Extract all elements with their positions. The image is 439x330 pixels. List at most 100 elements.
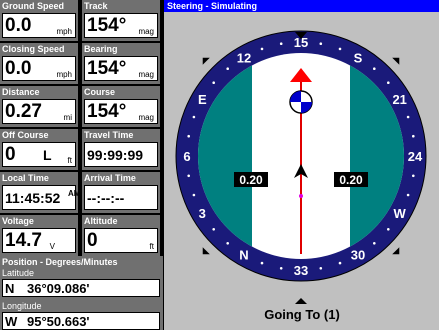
closing-speed-cell[interactable]: Closing Speed 0.0 mph (0, 43, 78, 84)
compass-label: 33 (294, 263, 308, 278)
compass-label: 24 (408, 149, 423, 164)
compass-tick-dot (279, 42, 283, 45)
compass-tick-dot (387, 81, 390, 84)
arrival-time-cell[interactable]: Arrival Time --:--:-- (82, 172, 160, 213)
latitude-value: 36°09.086' (27, 281, 90, 296)
ground-speed-value: 0.0 (5, 15, 32, 36)
off-course-cell[interactable]: Off Course 0 L ft (0, 129, 78, 170)
boat-trail-dot (299, 194, 303, 198)
position-section[interactable]: Position - Degrees/Minutes Latitude N 36… (0, 256, 163, 330)
bearing-cell[interactable]: Bearing 154° mag (82, 43, 160, 84)
compass-tick-dot (212, 228, 215, 231)
distance-cell[interactable]: Distance 0.27 mi (0, 86, 78, 127)
compass-tick-dot (338, 47, 342, 51)
going-to-label: Going To (1) (264, 307, 340, 322)
altitude-value: 0 (87, 230, 98, 251)
local-time-box: 11:45:52 AM (2, 185, 81, 210)
compass-tick-dot (279, 267, 283, 270)
compass-label: S (354, 50, 363, 65)
track-label: Track (84, 1, 108, 11)
bearing-box: 154° mag (84, 56, 158, 81)
compass-tick-dot (192, 115, 196, 119)
bearing-label: Bearing (84, 44, 118, 54)
arrival-time-label: Arrival Time (84, 173, 136, 183)
waypoint-icon (289, 90, 313, 114)
altitude-label: Altitude (84, 216, 118, 226)
closing-speed-value: 0.0 (5, 58, 32, 79)
closing-speed-label: Closing Speed (2, 44, 65, 54)
voltage-value: 14.7 (5, 230, 42, 251)
voltage-label: Voltage (2, 216, 34, 226)
compass-tick-dot (187, 134, 190, 138)
compass-tick-dot (338, 261, 342, 265)
local-time-ampm: AM (68, 189, 81, 198)
left-xte-value: 0.20 (239, 173, 263, 187)
track-box: 154° mag (84, 13, 158, 38)
compass-tick-dot (406, 115, 410, 119)
compass-tick-dot (260, 47, 264, 51)
arrival-time-value: --:--:-- (87, 190, 125, 206)
closing-speed-box: 0.0 mph (2, 56, 76, 81)
distance-label: Distance (2, 87, 40, 97)
course-cell[interactable]: Course 154° mag (82, 86, 160, 127)
compass-tick-dot (187, 174, 190, 178)
compass-label: 6 (183, 149, 190, 164)
longitude-value: 95°50.663' (27, 314, 90, 329)
distance-box: 0.27 mi (2, 99, 76, 124)
compass-rose: 15S2124W3033N36E12 0.20 0.20 (175, 30, 427, 304)
voltage-unit: V (49, 242, 55, 251)
compass-tick-dot (412, 174, 415, 178)
distance-value: 0.27 (5, 101, 42, 122)
local-time-cell[interactable]: Local Time 11:45:52 AM (0, 172, 81, 213)
latitude-box: N 36°09.086' (2, 279, 160, 297)
compass-tick-dot (406, 193, 410, 197)
travel-time-value: 99:99:99 (87, 147, 144, 163)
compass-tick-dot (212, 81, 215, 84)
voltage-box: 14.7 V (2, 228, 76, 253)
closing-speed-unit: mph (56, 70, 72, 79)
track-cell[interactable]: Track 154° mag (82, 0, 160, 41)
compass-tick-dot (319, 42, 323, 45)
compass-label: N (239, 248, 248, 263)
bearing-unit: mag (138, 70, 154, 79)
compass-tick-dot (412, 134, 415, 138)
compass-label: 21 (392, 92, 406, 107)
longitude-box: W 95°50.663' (2, 312, 160, 330)
track-value: 154° (87, 15, 127, 36)
course-label: Course (84, 87, 116, 97)
steering-title-bar: Steering - Simulating (164, 0, 439, 12)
ground-speed-cell[interactable]: Ground Speed 0.0 mph (0, 0, 78, 41)
compass-label: 12 (237, 50, 251, 65)
course-unit: mag (138, 113, 154, 122)
compass-tick-dot (387, 228, 390, 231)
right-xte-value: 0.20 (339, 173, 363, 187)
bearing-value: 154° (87, 58, 127, 79)
compass-label: 30 (351, 248, 365, 263)
local-time-label: Local Time (2, 173, 49, 183)
compass-tick-dot (319, 267, 323, 270)
off-course-label: Off Course (2, 130, 49, 140)
latitude-label: Latitude (2, 268, 35, 278)
travel-time-label: Travel Time (84, 130, 134, 140)
ground-speed-unit: mph (56, 27, 72, 36)
travel-time-box: 99:99:99 (84, 142, 158, 167)
latitude-dir: N (5, 281, 15, 296)
altitude-unit: ft (149, 242, 154, 251)
compass-tick-dot (260, 261, 264, 265)
altitude-box: 0 ft (84, 228, 158, 253)
compass-label: 3 (199, 206, 206, 221)
course-box: 154° mag (84, 99, 158, 124)
off-course-box: 0 L ft (2, 142, 76, 167)
compass-label: W (394, 206, 407, 221)
local-time-value: 11:45:52 (5, 190, 61, 206)
steering-title: Steering - Simulating (167, 1, 258, 11)
off-course-side: L (43, 147, 52, 163)
compass-tick-dot (226, 67, 229, 70)
voltage-cell[interactable]: Voltage 14.7 V (0, 215, 78, 256)
arrival-time-box: --:--:-- (84, 185, 158, 210)
corner-arrow (392, 57, 400, 65)
steering-panel: Steering - Simulating 15 S 21 24 W 30 33 N 3 6 E 12… (163, 0, 439, 330)
longitude-dir: W (5, 314, 18, 329)
travel-time-cell[interactable]: Travel Time 99:99:99 (82, 129, 160, 170)
altitude-cell[interactable]: Altitude 0 ft (82, 215, 160, 256)
